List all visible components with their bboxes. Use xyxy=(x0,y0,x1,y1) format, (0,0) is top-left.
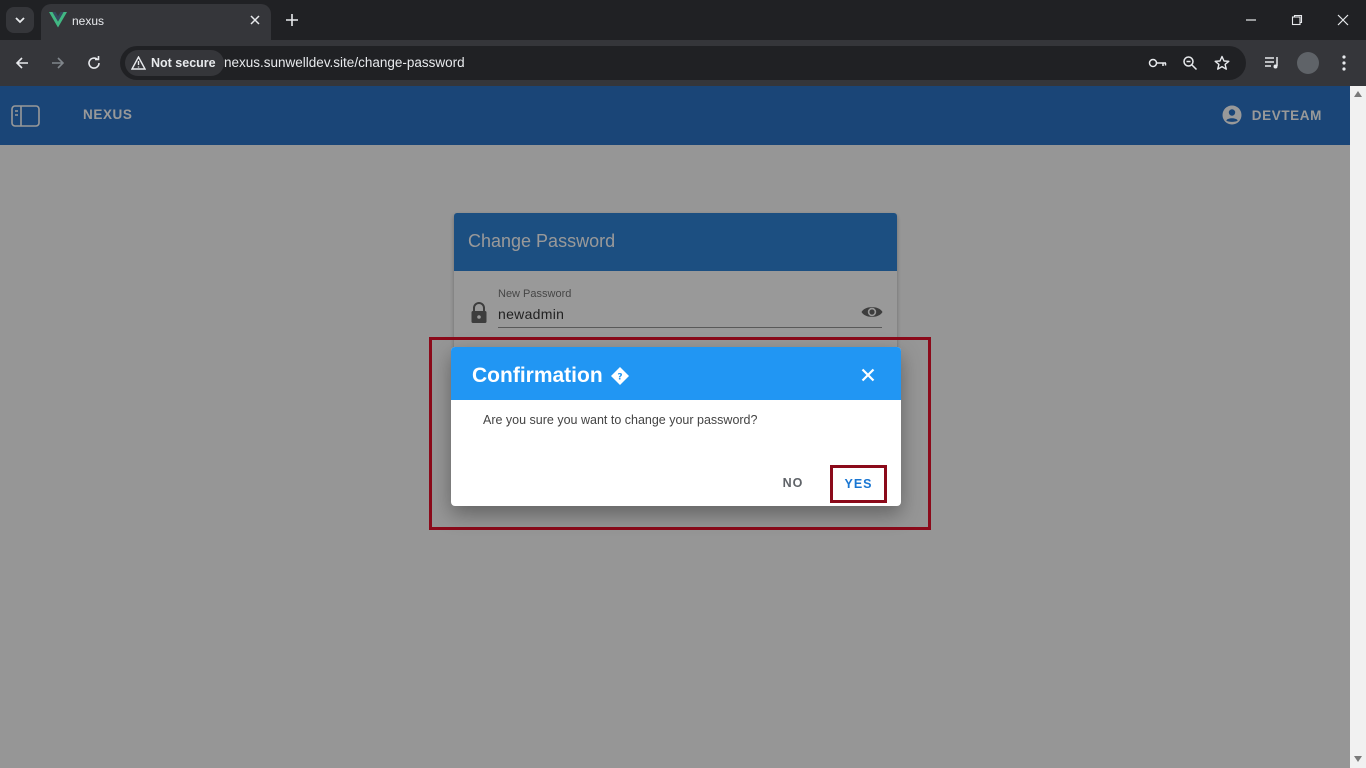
yes-button[interactable]: YES xyxy=(830,465,887,503)
tab-title: nexus xyxy=(72,14,105,28)
confirmation-dialog: Confirmation ? Are you sure you want to … xyxy=(451,347,901,506)
browser-toolbar: Not secure nexus.sunwelldev.site/change-… xyxy=(0,40,1366,86)
tab-close-button[interactable] xyxy=(247,12,263,28)
plus-icon xyxy=(286,14,298,26)
tab-list-button[interactable] xyxy=(6,7,34,33)
address-bar[interactable]: Not secure nexus.sunwelldev.site/change-… xyxy=(120,46,1246,80)
warning-icon xyxy=(131,56,146,70)
close-icon xyxy=(250,15,260,25)
zoom-icon xyxy=(1183,56,1198,71)
reload-icon xyxy=(88,56,100,69)
zoom-button[interactable] xyxy=(1180,53,1200,73)
new-tab-button[interactable] xyxy=(282,10,302,30)
browser-menu-button[interactable] xyxy=(1332,51,1356,75)
security-chip[interactable]: Not secure xyxy=(125,50,224,76)
forward-button[interactable] xyxy=(46,51,70,75)
scroll-down-arrow[interactable] xyxy=(1354,756,1362,762)
back-button[interactable] xyxy=(10,51,34,75)
menu-dots-icon xyxy=(1342,55,1346,71)
close-window-button[interactable] xyxy=(1320,6,1366,34)
page-scrollbar[interactable] xyxy=(1350,86,1366,768)
forward-icon xyxy=(52,57,65,69)
restore-icon xyxy=(1291,14,1303,26)
page-viewport: NEXUS DEVTEAM Change Password New Passwo… xyxy=(0,86,1350,768)
browser-tab-bar: nexus xyxy=(0,0,1366,40)
no-button[interactable]: NO xyxy=(773,467,813,499)
minimize-button[interactable] xyxy=(1228,6,1274,34)
security-label: Not secure xyxy=(151,56,216,70)
restore-button[interactable] xyxy=(1274,6,1320,34)
star-icon xyxy=(1214,55,1230,70)
url-text[interactable]: nexus.sunwelldev.site/change-password xyxy=(224,55,465,70)
svg-text:?: ? xyxy=(617,373,622,383)
dialog-header: Confirmation ? xyxy=(451,347,901,400)
close-icon xyxy=(1337,14,1349,26)
vue-logo-icon xyxy=(49,12,67,28)
minimize-icon xyxy=(1246,19,1256,21)
dialog-title: Confirmation xyxy=(472,364,603,387)
scroll-up-arrow[interactable] xyxy=(1354,91,1362,97)
profile-avatar xyxy=(1297,52,1319,74)
help-diamond-icon: ? xyxy=(611,367,629,385)
key-icon xyxy=(1148,58,1167,68)
dialog-message: Are you sure you want to change your pas… xyxy=(483,413,758,427)
password-key-button[interactable] xyxy=(1148,53,1168,73)
browser-tab[interactable]: nexus xyxy=(41,4,271,40)
back-icon xyxy=(15,57,28,69)
close-icon xyxy=(861,368,875,382)
media-controls-button[interactable] xyxy=(1260,51,1284,75)
profile-button[interactable] xyxy=(1296,51,1320,75)
chevron-down-icon xyxy=(15,17,25,24)
dialog-close-button[interactable] xyxy=(858,365,878,385)
bookmark-button[interactable] xyxy=(1212,53,1232,73)
media-icon xyxy=(1265,57,1278,69)
reload-button[interactable] xyxy=(82,51,106,75)
